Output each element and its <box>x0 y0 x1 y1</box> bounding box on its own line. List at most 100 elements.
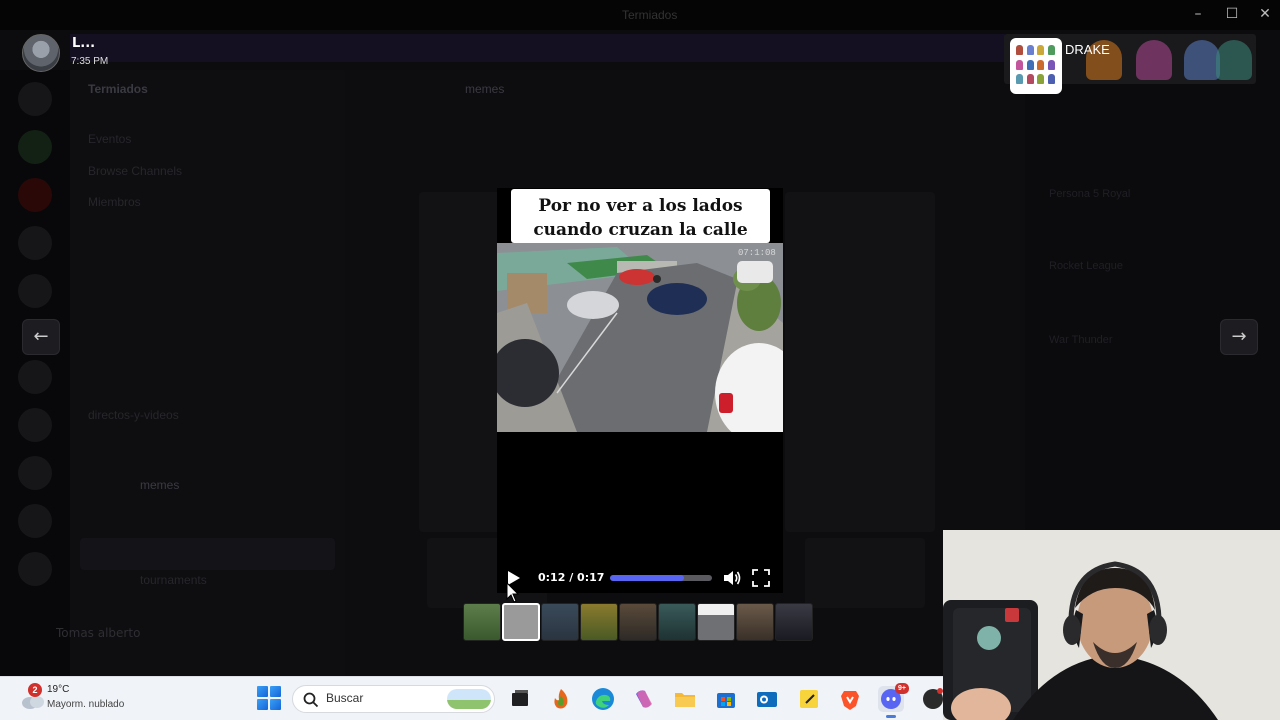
fullscreen-icon <box>752 569 770 587</box>
user-panel: Tomas alberto <box>18 622 338 662</box>
channel-sidebar: Termiados Eventos Browse Channels Miembr… <box>70 70 345 676</box>
search-input[interactable] <box>326 691 436 705</box>
app-icon <box>923 688 943 709</box>
minimize-icon[interactable]: – <box>1191 7 1205 21</box>
search-highlight-art <box>447 689 491 709</box>
close-icon[interactable]: ✕ <box>1258 7 1272 21</box>
arrow-left-icon: ← <box>33 326 49 347</box>
selected-channel-highlight <box>80 538 335 570</box>
time-display: 0:12 / 0:17 <box>538 571 605 584</box>
windows-taskbar: 2 19°C Mayorm. nublado <box>0 676 943 720</box>
fullscreen-button[interactable] <box>752 569 770 587</box>
mail-icon <box>757 692 777 707</box>
windows-logo-icon <box>257 686 268 697</box>
windows-start-button[interactable] <box>257 686 281 710</box>
discord-notification-badge: 9+ <box>895 683 909 694</box>
copilot-icon <box>636 690 652 708</box>
channel-item-active[interactable]: memes <box>140 478 179 492</box>
next-media-button[interactable]: → <box>1220 319 1258 355</box>
server-icon[interactable] <box>18 504 52 538</box>
channel-item[interactable]: Miembros <box>88 195 141 209</box>
task-view-button[interactable] <box>507 686 533 712</box>
weather-temperature[interactable]: 19°C <box>47 684 69 695</box>
volume-button[interactable] <box>722 569 742 587</box>
activity-sidebar: Persona 5 Royal Rocket League War Thunde… <box>1025 70 1280 530</box>
server-icon[interactable] <box>18 178 52 212</box>
media-thumbnail[interactable] <box>658 603 696 641</box>
server-icon[interactable] <box>18 226 52 260</box>
server-icon[interactable] <box>18 274 52 308</box>
server-rail <box>0 70 70 676</box>
flame-browser-icon <box>554 689 568 709</box>
street-scene <box>497 243 783 432</box>
media-thumbnail[interactable] <box>580 603 618 641</box>
store-icon <box>717 693 735 708</box>
window-title: Termiados <box>622 8 678 22</box>
taskbar-app-store[interactable] <box>713 686 739 712</box>
message-image <box>785 192 935 532</box>
streamer-name: DRAKE <box>1065 42 1110 57</box>
character-figure <box>1136 40 1172 80</box>
notification-username: L... <box>72 36 96 51</box>
media-thumbnail-strip <box>463 603 813 641</box>
media-thumbnail[interactable] <box>619 603 657 641</box>
media-thumbnail-selected[interactable] <box>502 603 540 641</box>
taskbar-search-box[interactable] <box>292 685 495 713</box>
user-panel-name: Tomas alberto <box>56 626 141 640</box>
weather-badge: 2 <box>28 683 42 697</box>
taskbar-app-copilot[interactable] <box>631 686 657 712</box>
media-thumbnail[interactable] <box>736 603 774 641</box>
progress-bar[interactable] <box>610 575 712 581</box>
video-caption: Por no ver a los lados cuando cruzan la … <box>511 189 770 243</box>
taskbar-app-file-explorer[interactable] <box>672 686 698 712</box>
server-name[interactable]: Termiados <box>88 82 148 96</box>
media-thumbnail[interactable] <box>775 603 813 641</box>
server-icon[interactable] <box>18 130 52 164</box>
search-icon <box>303 692 319 708</box>
edge-icon <box>592 688 614 710</box>
server-icon[interactable] <box>18 408 52 442</box>
taskbar-app-other[interactable] <box>920 686 943 712</box>
taskbar-app-edge[interactable] <box>590 686 616 712</box>
maximize-icon[interactable]: ☐ <box>1225 7 1239 21</box>
taskbar-app-brave[interactable] <box>837 686 863 712</box>
weather-condition[interactable]: Mayorm. nublado <box>47 699 124 710</box>
character-figure <box>1216 40 1252 80</box>
webcam-feed <box>943 530 1280 720</box>
sticky-notes-icon <box>800 690 818 708</box>
task-view-icon <box>512 690 528 706</box>
notification-avatar[interactable] <box>22 34 60 72</box>
mouse-cursor-icon <box>506 582 520 603</box>
drake-logo <box>1010 38 1062 94</box>
webcam-person <box>943 530 1280 720</box>
channel-item[interactable]: Browse Channels <box>88 164 182 178</box>
folder-icon <box>675 693 695 707</box>
media-thumbnail[interactable] <box>541 603 579 641</box>
member-game: Rocket League <box>1049 260 1123 272</box>
media-thumbnail[interactable] <box>463 603 501 641</box>
progress-fill <box>610 575 685 581</box>
taskbar-app-sticky-notes[interactable] <box>796 686 822 712</box>
message-image <box>805 538 925 608</box>
channel-item[interactable]: Eventos <box>88 132 131 146</box>
media-thumbnail[interactable] <box>697 603 735 641</box>
chat-channel-title: memes <box>465 82 505 96</box>
brave-lion-icon <box>841 691 859 710</box>
server-icon[interactable] <box>18 360 52 394</box>
channel-item[interactable]: tournaments <box>140 573 207 587</box>
window-titlebar: Termiados – ☐ ✕ <box>0 0 1280 30</box>
member-game: War Thunder <box>1049 334 1113 346</box>
server-icon[interactable] <box>18 456 52 490</box>
streamer-overlay: DRAKE <box>1004 34 1256 94</box>
server-icon[interactable] <box>18 552 52 586</box>
member-game: Persona 5 Royal <box>1049 188 1131 200</box>
video-footage[interactable] <box>497 243 783 432</box>
video-controls: 0:12 / 0:17 <box>500 564 780 592</box>
taskbar-app-outlook[interactable] <box>754 686 780 712</box>
server-icon[interactable] <box>18 82 52 116</box>
character-figure <box>1184 40 1220 80</box>
taskbar-app-browser[interactable] <box>548 686 574 712</box>
arrow-right-icon: → <box>1231 326 1247 347</box>
channel-item[interactable]: directos-y-videos <box>88 408 179 422</box>
previous-media-button[interactable]: ← <box>22 319 60 355</box>
